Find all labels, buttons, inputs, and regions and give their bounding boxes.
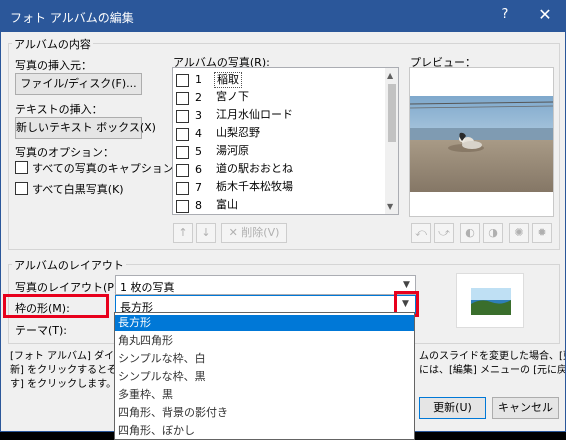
- insert-photo-label: 写真の挿入元：: [15, 59, 92, 72]
- frame-shape-option[interactable]: 多重枠、黒: [115, 387, 414, 403]
- photo-list-item[interactable]: 7 栃木千本松牧場: [173, 179, 385, 197]
- photo-name-box[interactable]: 山梨忍野: [214, 126, 262, 142]
- frame-shape-label: 枠の形(M):: [15, 302, 70, 315]
- photo-options-label: 写真のオプション：: [15, 146, 114, 159]
- note-left-line-3: す] をクリックします。: [10, 379, 117, 390]
- photo-list-item[interactable]: 5 湯河原: [173, 143, 385, 161]
- photo-name: 道の駅おおとね: [216, 162, 293, 175]
- photo-number: 6: [195, 163, 202, 176]
- frame-shape-option[interactable]: シンプルな枠、黒: [115, 369, 414, 385]
- rotate-right-icon[interactable]: ⤻: [434, 223, 454, 243]
- move-down-button[interactable]: ↓: [196, 223, 216, 243]
- photo-name: 富山: [216, 198, 238, 211]
- photo-checkbox[interactable]: [176, 128, 189, 141]
- photo-name: 江月水仙ロード: [216, 108, 293, 121]
- photo-name-box[interactable]: 江月水仙ロード: [214, 108, 295, 124]
- contrast-up-icon[interactable]: ◐: [460, 223, 480, 243]
- photo-name: 稲取: [217, 73, 239, 86]
- title-bar: フォト アルバムの編集 ? ✕: [1, 1, 565, 32]
- photo-checkbox[interactable]: [176, 74, 189, 87]
- note-right-line-2: には、[編集] メニューの [元に戻: [419, 365, 566, 376]
- album-layout-group-label: アルバムのレイアウト: [12, 257, 126, 273]
- photo-number: 5: [195, 145, 202, 158]
- file-disk-button[interactable]: ファイル/ディスク(F)...: [15, 73, 142, 95]
- scrollbar-thumb[interactable]: [388, 84, 396, 142]
- photo-list-item[interactable]: 4 山梨忍野: [173, 125, 385, 143]
- photo-number: 2: [195, 91, 202, 104]
- photo-list[interactable]: 1 稲取 2 宮ノ下 3 江月水仙ロード 4 山梨忍野 5 湯河原 6 道の駅おおとね 7 栃木千本松牧場…: [172, 67, 399, 215]
- frame-shape-chevron-icon[interactable]: ▼: [402, 299, 409, 309]
- brightness-down-icon[interactable]: ✹: [532, 223, 552, 243]
- frame-shape-option[interactable]: 長方形: [115, 315, 414, 331]
- photo-list-scrollbar[interactable]: ▲ ▼: [385, 68, 398, 214]
- photo-number: 4: [195, 127, 202, 140]
- help-button[interactable]: ?: [495, 7, 515, 22]
- scroll-down-icon[interactable]: ▼: [387, 202, 393, 211]
- note-right-line-1: ムのスライドを変更した場合、[更: [419, 351, 566, 362]
- photo-layout-label: 写真のレイアウト(P):: [15, 281, 122, 294]
- photo-number: 3: [195, 109, 202, 122]
- scroll-up-icon[interactable]: ▲: [387, 71, 393, 80]
- album-content-group-label: アルバムの内容: [12, 36, 93, 52]
- frame-shape-option[interactable]: 四角形、背景の影付き: [115, 405, 414, 421]
- rotate-left-icon[interactable]: ⤺: [411, 223, 431, 243]
- caption-all-checkbox[interactable]: [15, 161, 28, 174]
- caption-all-label[interactable]: すべての写真のキャプション(A): [32, 160, 190, 176]
- photo-name-box[interactable]: 稲取: [214, 72, 242, 88]
- layout-preview-icon: [471, 288, 511, 315]
- photo-name-box[interactable]: 富山: [214, 198, 240, 214]
- photo-name: 湯河原: [216, 144, 249, 157]
- photo-list-item[interactable]: 2 宮ノ下: [173, 89, 385, 107]
- update-button[interactable]: 更新(U): [419, 397, 486, 419]
- photo-name-box[interactable]: 道の駅おおとね: [214, 162, 295, 178]
- photo-layout-select[interactable]: 1 枚の写真 ▼: [115, 275, 416, 295]
- frame-shape-dropdown-list[interactable]: 長方形角丸四角形シンプルな枠、白 シンプルな枠、黒 多重枠、黒四角形、背景の影付き四…: [114, 312, 415, 440]
- photo-name: 宮ノ下: [216, 90, 249, 103]
- photo-list-item[interactable]: 1 稲取: [173, 71, 385, 89]
- photo-checkbox[interactable]: [176, 92, 189, 105]
- photo-checkbox[interactable]: [176, 200, 189, 213]
- frame-shape-option[interactable]: 四角形、ぼかし: [115, 423, 414, 439]
- photo-list-item[interactable]: 8 富山: [173, 197, 385, 214]
- photo-number: 1: [195, 73, 202, 86]
- preview-photo: [410, 68, 553, 216]
- photo-checkbox[interactable]: [176, 110, 189, 123]
- insert-text-label: テキストの挿入：: [15, 103, 103, 116]
- photo-name-box[interactable]: 湯河原: [214, 144, 251, 160]
- photo-number: 8: [195, 199, 202, 212]
- move-up-button[interactable]: ↑: [173, 223, 193, 243]
- window-title: フォト アルバムの編集: [10, 11, 134, 25]
- photo-list-item[interactable]: 6 道の駅おおとね: [173, 161, 385, 179]
- photo-name: 栃木千本松牧場: [216, 180, 293, 193]
- preview-image: [409, 67, 554, 217]
- photo-number: 7: [195, 181, 202, 194]
- brightness-up-icon[interactable]: ✺: [509, 223, 529, 243]
- photo-checkbox[interactable]: [176, 164, 189, 177]
- delete-button[interactable]: ✕ 削除(V): [221, 223, 287, 243]
- contrast-down-icon[interactable]: ◑: [483, 223, 503, 243]
- arrow-down-icon: ↓: [201, 226, 211, 239]
- cancel-button[interactable]: キャンセル: [492, 397, 559, 419]
- arrow-up-icon: ↑: [178, 226, 188, 239]
- photo-checkbox[interactable]: [176, 146, 189, 159]
- photo-name-box[interactable]: 宮ノ下: [214, 90, 251, 106]
- close-button[interactable]: ✕: [535, 5, 555, 24]
- new-textbox-button[interactable]: 新しいテキスト ボックス(X): [15, 117, 156, 139]
- theme-label: テーマ(T):: [15, 324, 68, 337]
- photo-checkbox[interactable]: [176, 182, 189, 195]
- layout-preview-thumbnail: [456, 273, 524, 328]
- photo-name: 山梨忍野: [216, 126, 260, 139]
- photo-list-item[interactable]: 3 江月水仙ロード: [173, 107, 385, 125]
- frame-shape-option[interactable]: 角丸四角形: [115, 333, 414, 349]
- frame-shape-option[interactable]: シンプルな枠、白: [115, 351, 414, 367]
- bw-all-checkbox[interactable]: [15, 182, 28, 195]
- photo-name-box[interactable]: 栃木千本松牧場: [214, 180, 295, 196]
- bw-all-label[interactable]: すべて白黒写真(K): [32, 181, 124, 197]
- photo-layout-value: 1 枚の写真: [120, 281, 175, 294]
